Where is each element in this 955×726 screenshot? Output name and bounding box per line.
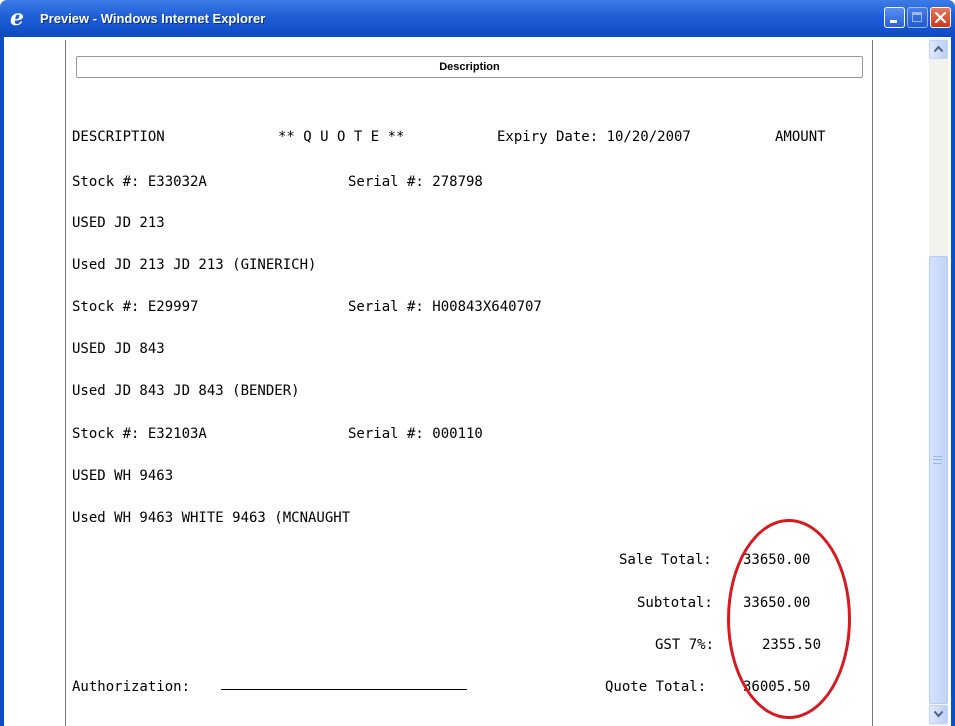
item-detail: Used JD 213 JD 213 (GINERICH): [72, 257, 317, 273]
scroll-grip-icon: [933, 456, 942, 464]
minimize-button[interactable]: [884, 7, 905, 28]
window-frame-left: [0, 37, 4, 726]
serial-number: Serial #: 278798: [348, 174, 483, 190]
serial-number: Serial #: 000110: [348, 426, 483, 442]
chevron-down-icon: [933, 710, 944, 718]
item-detail: Used JD 843 JD 843 (BENDER): [72, 383, 300, 399]
maximize-button[interactable]: [907, 7, 928, 28]
gst-label: GST 7%:: [655, 637, 715, 653]
stock-number: Stock #: E29997: [72, 299, 199, 315]
authorization-label: Authorization:: [72, 679, 191, 695]
close-icon: [934, 11, 947, 24]
amount-column-label: AMOUNT: [775, 129, 826, 145]
internet-explorer-icon: e: [10, 5, 24, 31]
maximize-icon: [912, 12, 922, 22]
sale-total-label: Sale Total:: [619, 552, 712, 568]
description-header: Description: [76, 56, 863, 78]
minimize-icon: [890, 20, 897, 23]
item-model: USED JD 843: [72, 341, 165, 357]
stock-number: Stock #: E32103A: [72, 426, 207, 442]
item-detail: Used WH 9463 WHITE 9463 (MCNAUGHT: [72, 510, 351, 526]
window-frame-right: [951, 37, 955, 726]
expiry-date: Expiry Date: 10/20/2007: [497, 129, 691, 145]
stock-number: Stock #: E33032A: [72, 174, 207, 190]
window-title: Preview - Windows Internet Explorer: [40, 11, 266, 26]
quote-label: ** Q U O T E **: [278, 129, 405, 145]
scroll-thumb[interactable]: [929, 256, 948, 704]
vertical-scrollbar[interactable]: [929, 38, 948, 726]
scroll-up-button[interactable]: [929, 40, 948, 59]
scroll-down-button[interactable]: [929, 705, 948, 724]
close-button[interactable]: [930, 7, 951, 28]
page-border: [872, 40, 873, 726]
title-bar[interactable]: e Preview - Windows Internet Explorer: [0, 0, 955, 37]
subtotal-label: Subtotal:: [637, 595, 713, 611]
quote-total-label: Quote Total:: [605, 679, 707, 695]
item-model: USED JD 213: [72, 215, 165, 231]
item-model: USED WH 9463: [72, 468, 174, 484]
page-border: [65, 40, 66, 726]
description-column-label: DESCRIPTION: [72, 129, 165, 145]
highlight-oval: [727, 519, 851, 719]
signature-line: [221, 689, 467, 690]
chevron-up-icon: [933, 45, 944, 53]
serial-number: Serial #: H00843X640707: [348, 299, 542, 315]
